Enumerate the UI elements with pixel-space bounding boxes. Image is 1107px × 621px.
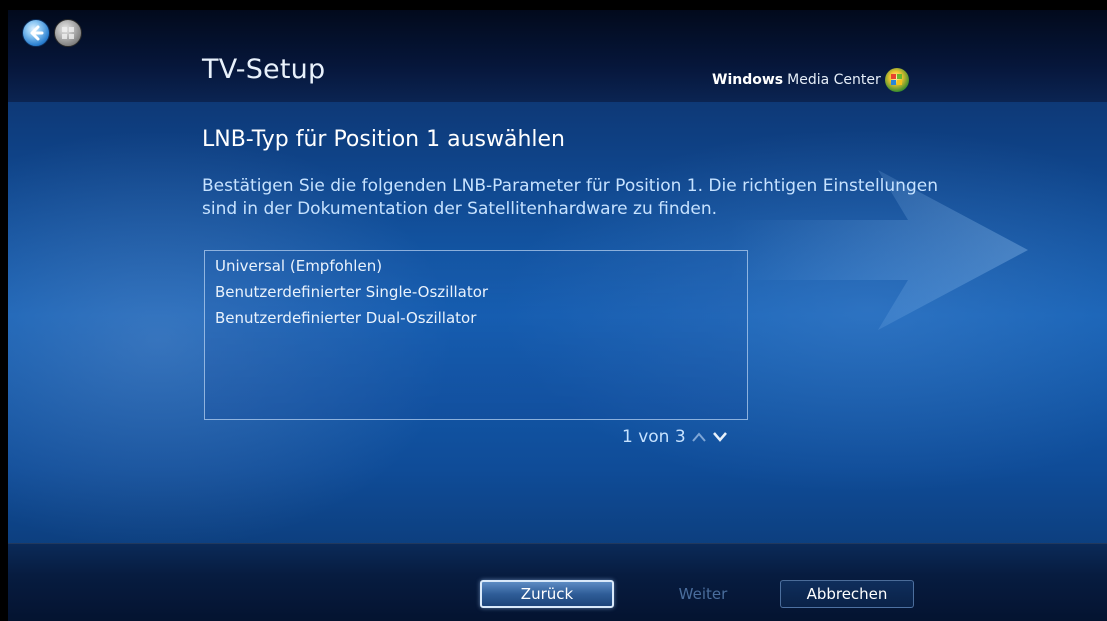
brand-name-rest: Media Center <box>787 72 881 88</box>
cancel-button[interactable]: Abbrechen <box>780 580 914 608</box>
section-heading: LNB-Typ für Position 1 auswählen <box>202 127 565 152</box>
back-button[interactable] <box>22 19 50 47</box>
brand-logo: Windows Media Center <box>712 68 909 92</box>
list-item-universal[interactable]: Universal (Empfohlen) <box>215 257 382 275</box>
page-down-icon[interactable] <box>712 430 728 444</box>
media-center-window: TV-Setup Windows Media Center LNB-Typ fü… <box>8 10 1107 621</box>
next-button: Weiter <box>678 585 728 603</box>
list-item-single-oscillator[interactable]: Benutzerdefinierter Single-Oszillator <box>215 283 488 301</box>
back-arrow-icon <box>30 25 44 41</box>
windows-start-icon <box>62 27 74 39</box>
windows-flag-icon <box>884 68 909 92</box>
brand-name-bold: Windows <box>712 72 784 88</box>
pager: 1 von 3 <box>622 427 728 447</box>
title-bar <box>8 10 1107 102</box>
instructions-text: Bestätigen Sie die folgenden LNB-Paramet… <box>202 176 938 219</box>
page-up-icon[interactable] <box>691 430 707 444</box>
list-item-dual-oscillator[interactable]: Benutzerdefinierter Dual-Oszillator <box>215 309 476 327</box>
start-button[interactable] <box>54 19 82 47</box>
back-step-button[interactable]: Zurück <box>480 580 614 608</box>
page-indicator: 1 von 3 <box>622 427 686 447</box>
page-title: TV-Setup <box>202 54 326 85</box>
lnb-type-list: Universal (Empfohlen) Benutzerdefinierte… <box>204 250 748 420</box>
